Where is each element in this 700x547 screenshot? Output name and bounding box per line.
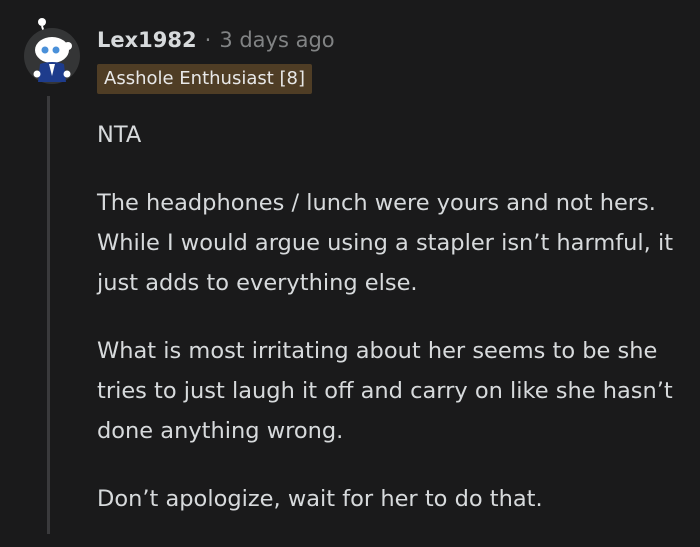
comment-paragraph: What is most irritating about her seems … [97, 338, 673, 444]
comment-body: NTA The headphones / lunch were yours an… [97, 115, 677, 547]
user-avatar[interactable] [22, 14, 82, 86]
snoo-avatar-icon [24, 18, 80, 84]
meta-separator: · [204, 28, 212, 52]
comment-author[interactable]: Lex1982 [97, 28, 197, 52]
comment-timestamp[interactable]: 3 days ago [219, 28, 334, 52]
comment-paragraph: The headphones / lunch were yours and no… [97, 190, 674, 296]
comment-paragraph: Don’t apologize, wait for her to do that… [97, 486, 543, 512]
comment-paragraph: NTA [97, 122, 142, 148]
thread-collapse-line[interactable] [47, 96, 50, 534]
user-flair: Asshole Enthusiast [8] [97, 64, 313, 94]
comment-header: Lex1982 · 3 days ago [97, 22, 335, 58]
